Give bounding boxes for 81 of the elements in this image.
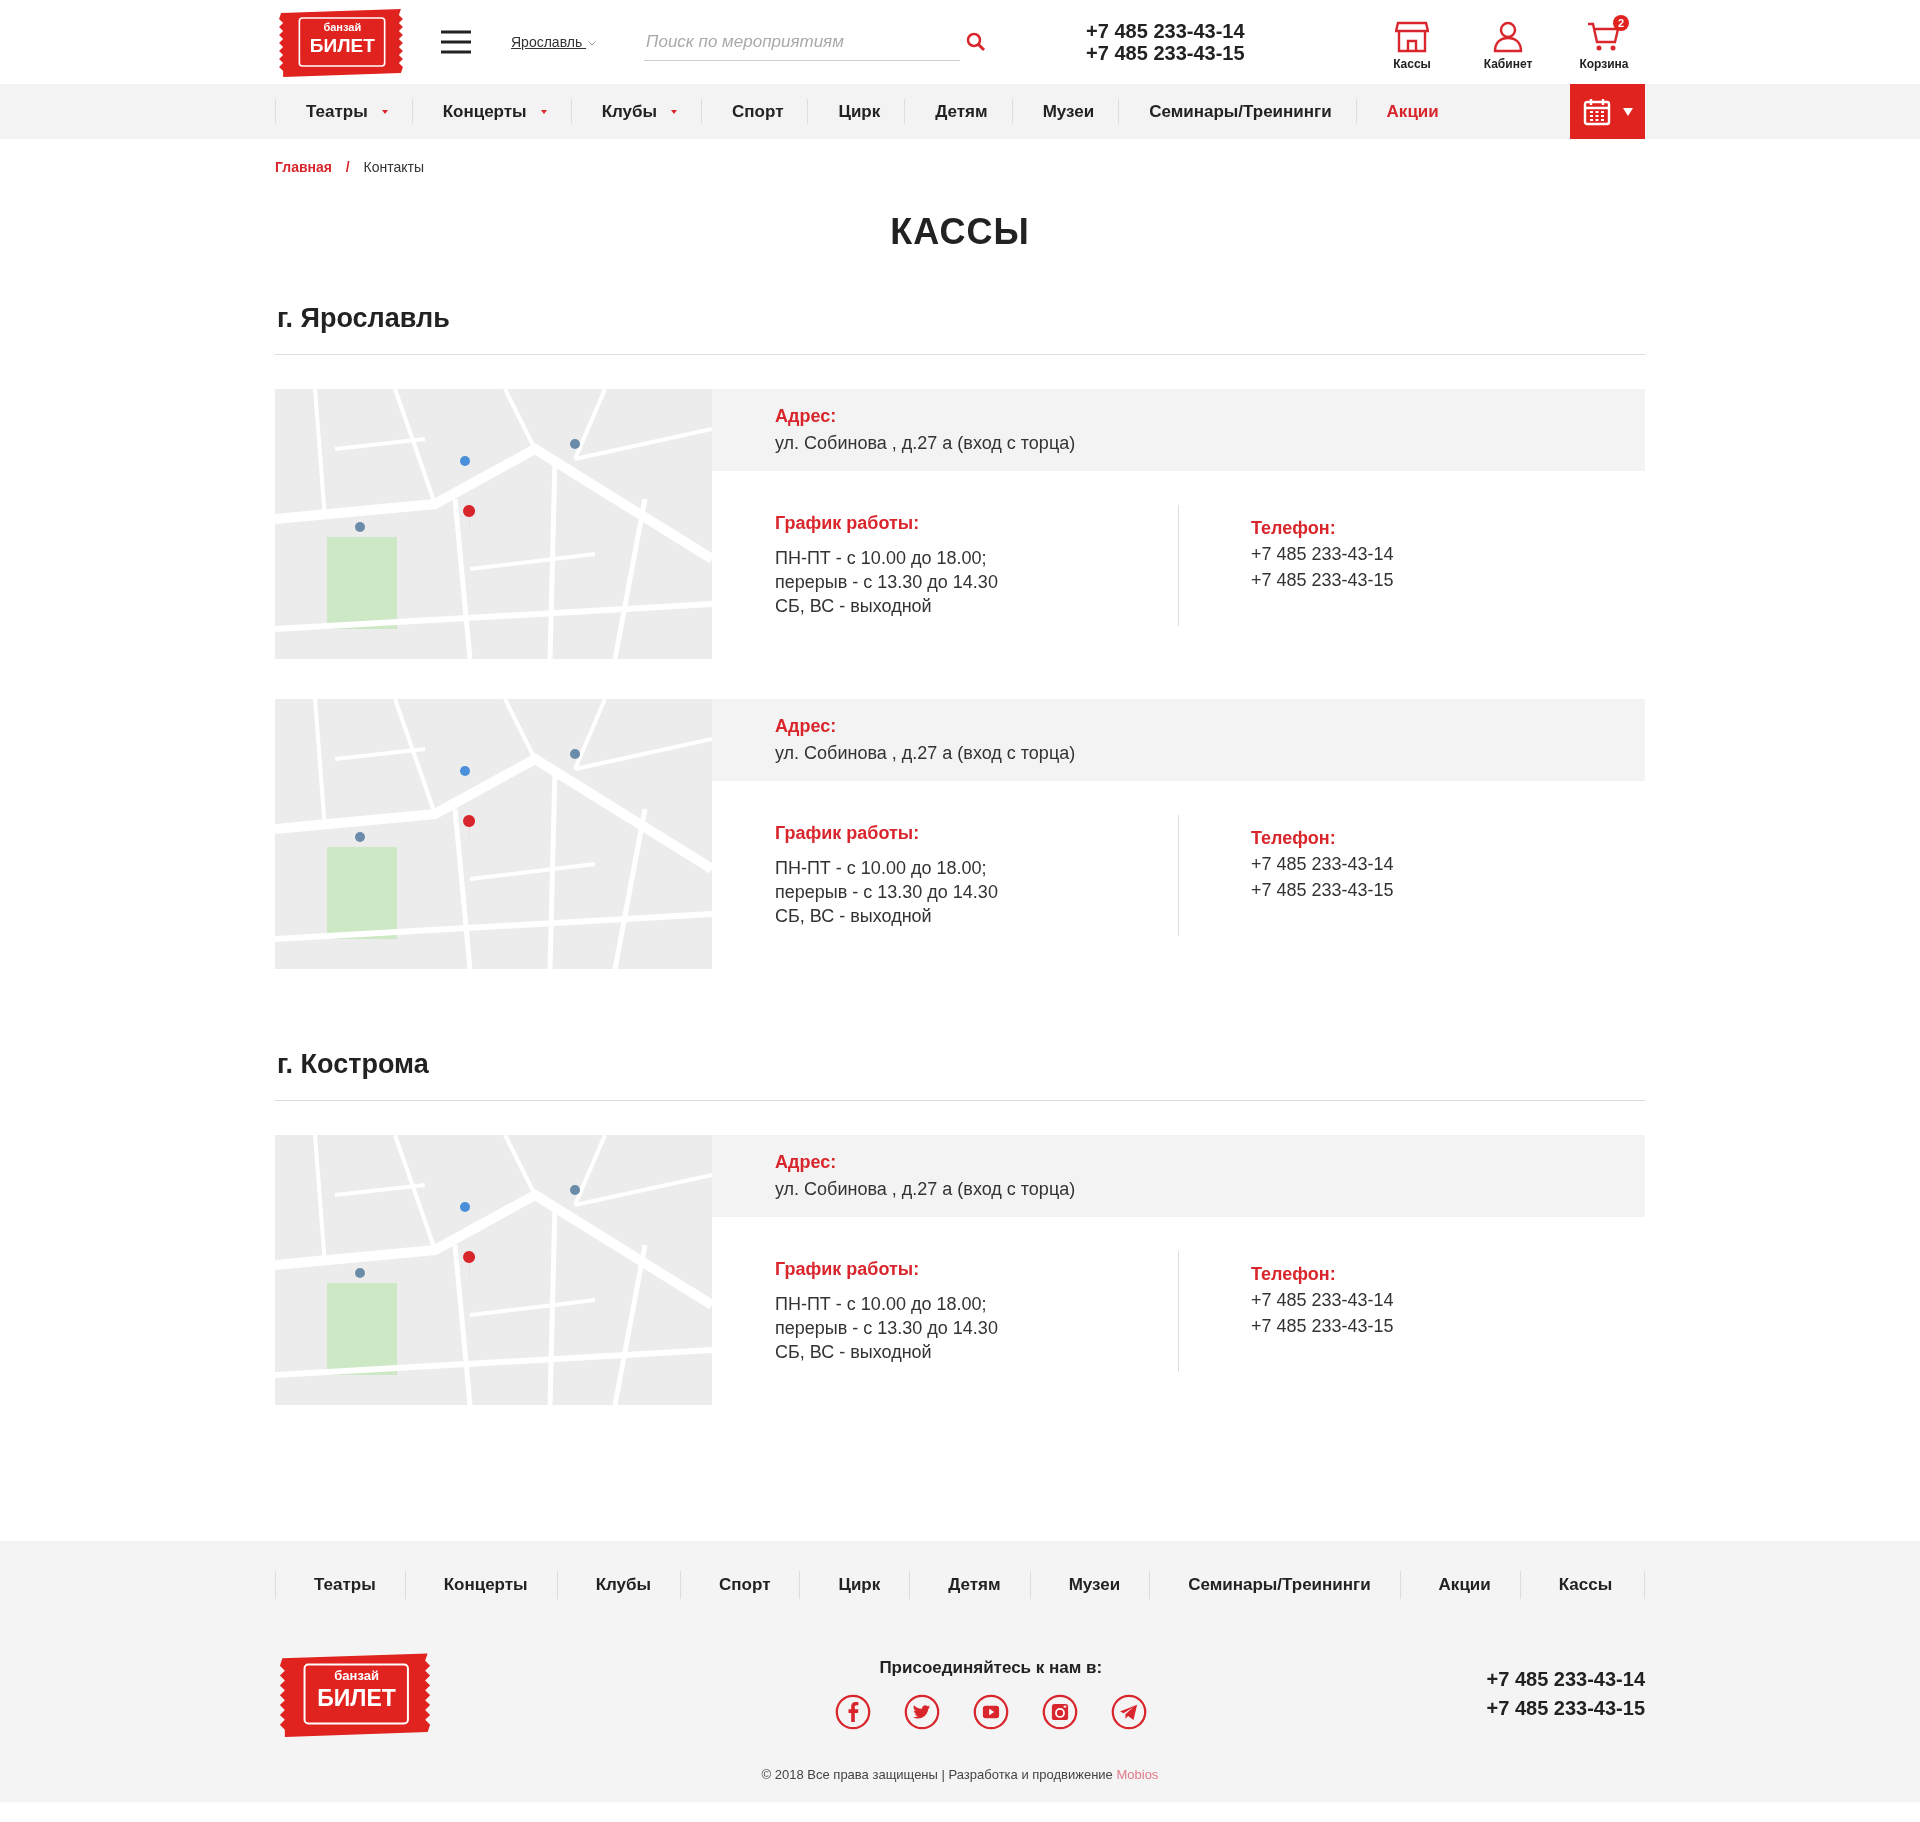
phone-number: +7 485 233-43-15 — [1486, 1696, 1645, 1721]
schedule-line: ПН-ПТ - с 10.00 до 18.00; — [775, 1292, 988, 1316]
schedule-line: ПН-ПТ - с 10.00 до 18.00; — [775, 546, 988, 570]
cart-count-badge: 2 — [1613, 15, 1629, 31]
breadcrumb-item[interactable]: / — [345, 159, 350, 175]
search-icon[interactable] — [966, 32, 987, 52]
phone-number: +7 485 233-43-14 — [1251, 853, 1394, 876]
footer-nav-item[interactable]: Детям — [909, 1571, 1030, 1599]
nav-item[interactable]: Концерты — [411, 99, 571, 124]
city-heading: г. Ярославль — [275, 303, 1645, 355]
calendar-icon — [1582, 97, 1611, 126]
phone-number: +7 485 233-43-14 — [1486, 1667, 1645, 1692]
city-heading: г. Кострома — [275, 1049, 1645, 1101]
phone-label: Телефон: — [1251, 1263, 1337, 1286]
address-text: ул. Собинова , д.27 а (вход с торца) — [775, 433, 1077, 454]
paper-plane-icon[interactable] — [1110, 1694, 1147, 1730]
address-label: Адрес: — [775, 406, 838, 427]
address-text: ул. Собинова , д.27 а (вход с торца) — [775, 1179, 1077, 1200]
nav-item[interactable]: Театры — [275, 99, 412, 124]
footer-nav-item[interactable]: Цирк — [799, 1571, 910, 1599]
phone-label: Телефон: — [1251, 517, 1337, 540]
header-action[interactable]: 2 Корзина — [1575, 13, 1633, 71]
phone-number: +7 485 233-43-14 — [1086, 20, 1245, 42]
social-heading: Присоединяйтесь к нам в: — [879, 1658, 1103, 1678]
phone-number: +7 485 233-43-15 — [1086, 42, 1245, 64]
phone-number: +7 485 233-43-15 — [1251, 569, 1394, 592]
camera-icon[interactable] — [1041, 1694, 1078, 1730]
caret-icon — [1622, 107, 1633, 116]
schedule-line: ПН-ПТ - с 10.00 до 18.00; — [775, 856, 988, 880]
header-action[interactable]: Кабинет — [1479, 13, 1537, 71]
schedule-line: перерыв - с 13.30 до 14.30 — [775, 1316, 999, 1340]
schedule-line: СБ, ВС - выходной — [775, 1340, 933, 1364]
nav-item[interactable]: Семинары/Треининги — [1118, 99, 1356, 124]
address-label: Адрес: — [775, 716, 838, 737]
store-icon — [1395, 21, 1429, 53]
nav-item[interactable]: Клубы — [570, 99, 702, 124]
breadcrumb-item: Контакты — [363, 159, 425, 175]
calendar-button[interactable] — [1570, 84, 1645, 139]
phone-number: +7 485 233-43-15 — [1251, 879, 1394, 902]
bird-icon[interactable] — [903, 1694, 940, 1730]
footer-nav-item[interactable]: Концерты — [404, 1571, 557, 1599]
nav-item[interactable]: Детям — [904, 99, 1012, 124]
schedule-line: перерыв - с 13.30 до 14.30 — [775, 570, 999, 594]
address-text: ул. Собинова , д.27 а (вход с торца) — [775, 743, 1077, 764]
phone-number: +7 485 233-43-14 — [1251, 1289, 1394, 1312]
copyright-text: © 2018 Все права защищены | Разработка и продвижение Mobios — [760, 1767, 1160, 1782]
footer-nav-item[interactable]: Музеи — [1029, 1571, 1150, 1599]
video-play-icon[interactable] — [972, 1694, 1009, 1730]
schedule-label: График работы: — [775, 512, 921, 534]
user-icon — [1493, 21, 1523, 53]
header-action[interactable]: Кассы — [1383, 13, 1441, 71]
logo-tagline: банзай — [333, 1668, 380, 1684]
phone-number: +7 485 233-43-14 — [1251, 543, 1394, 566]
schedule-line: СБ, ВС - выходной — [775, 594, 933, 618]
logo-text: БИЛЕТ — [316, 1685, 397, 1713]
footer-nav-item[interactable]: Кассы — [1519, 1571, 1642, 1599]
phone-label: Телефон: — [1251, 827, 1337, 850]
footer-nav-item[interactable]: Театры — [275, 1571, 405, 1599]
nav-item[interactable]: Акции — [1355, 99, 1463, 124]
facebook-icon[interactable] — [834, 1694, 871, 1730]
phone-number: +7 485 233-43-15 — [1251, 1315, 1394, 1338]
nav-item[interactable]: Музеи — [1011, 99, 1119, 124]
schedule-label: График работы: — [775, 1258, 921, 1280]
schedule-line: перерыв - с 13.30 до 14.30 — [775, 880, 999, 904]
schedule-line: СБ, ВС - выходной — [775, 904, 933, 928]
nav-item[interactable]: Спорт — [701, 99, 808, 124]
logo-tagline: банзай — [322, 21, 363, 33]
search-field[interactable]: Поиск по мероприятиям — [644, 23, 961, 61]
footer-nav-item[interactable]: Семинары/Треининги — [1149, 1571, 1400, 1599]
logo-text: БИЛЕТ — [308, 35, 376, 57]
breadcrumb-item[interactable]: Главная — [275, 159, 332, 175]
footer-nav-item[interactable]: Акции — [1399, 1571, 1520, 1599]
footer-nav-item[interactable]: Спорт — [680, 1571, 800, 1599]
address-label: Адрес: — [775, 1152, 838, 1173]
menu-icon[interactable] — [441, 30, 471, 54]
city-selector[interactable]: Ярославль — [511, 34, 597, 50]
schedule-label: График работы: — [775, 822, 921, 844]
footer-nav-item[interactable]: Клубы — [556, 1571, 681, 1599]
page-title: КАССЫ — [889, 211, 1031, 253]
chevron-down-icon — [588, 40, 597, 46]
nav-item[interactable]: Цирк — [807, 99, 905, 124]
